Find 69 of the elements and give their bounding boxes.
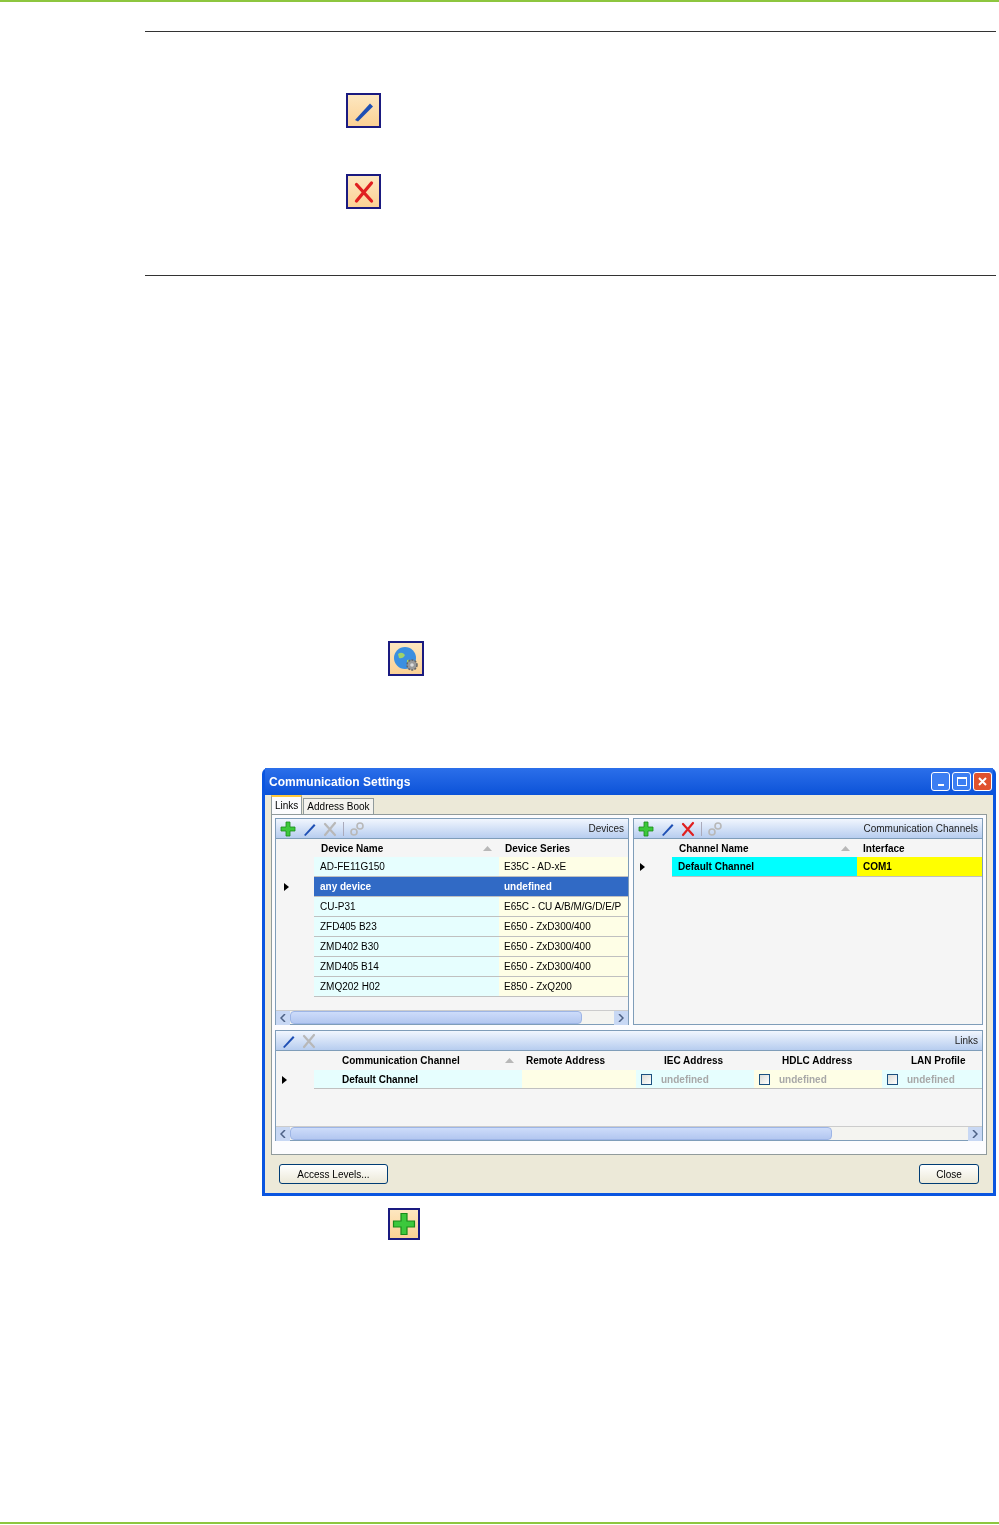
close-icon [978,777,987,786]
column-header[interactable]: LAN Profile [882,1053,982,1068]
plus-icon[interactable] [280,820,296,837]
table-row[interactable]: AD-FE11G150 E35C - AD-xE [276,857,628,877]
table-cell: ZMD402 B30 [314,937,499,957]
checkbox[interactable] [641,1073,652,1085]
row-pointer-icon [282,1075,287,1084]
table-cell: ZMQ202 H02 [314,977,499,997]
sort-arrow-icon [841,845,850,851]
table-cell-text: undefined [661,1072,709,1087]
table-row[interactable]: ZMQ202 H02 E850 - ZxQ200 [276,977,628,997]
table-cell: COM1 [857,857,982,877]
table-cell: Default Channel [672,857,857,877]
table-cell-text: undefined [907,1072,955,1087]
access-levels-button[interactable]: Access Levels... [279,1164,388,1184]
panel-title: Links [954,1034,978,1048]
column-header[interactable]: Device Series [499,840,628,856]
cross-icon [346,174,381,209]
cross-icon[interactable] [680,820,696,837]
maximize-button[interactable] [952,772,971,791]
table-cell: E650 - ZxD300/400 [499,957,628,977]
table-row[interactable]: ZFD405 B23 E650 - ZxD300/400 [276,917,628,937]
plus-icon[interactable] [638,820,654,837]
table-row[interactable]: ZMD405 B14 E650 - ZxD300/400 [276,957,628,977]
sort-arrow-icon [483,845,492,851]
checkbox[interactable] [887,1073,898,1085]
horizontal-scrollbar[interactable] [276,1126,982,1140]
checkbox[interactable] [759,1073,770,1085]
table-cell: ZFD405 B23 [314,917,499,937]
table-row[interactable]: CU-P31 E65C - CU A/B/M/G/D/E/P [276,897,628,917]
table-cell: E850 - ZxQ200 [499,977,628,997]
column-header[interactable]: Channel Name [672,840,857,856]
table-row[interactable]: Default Channel COM1 [634,857,982,877]
panel-title: Communication Channels [863,822,978,836]
globe-gear-icon [388,641,424,676]
table-cell: ZMD405 B14 [314,957,499,977]
minimize-button[interactable] [931,772,950,791]
close-dialog-button[interactable]: Close [919,1164,979,1184]
scrollbar-thumb[interactable] [290,1127,833,1140]
table-row[interactable]: any device undefined [276,877,628,897]
table-cell-text: undefined [779,1072,827,1087]
row-pointer-icon [284,883,289,891]
sort-arrow-icon [505,1058,514,1063]
column-header[interactable]: IEC Address [636,1053,754,1068]
table-cell: E650 - ZxD300/400 [499,937,628,957]
column-header[interactable]: HDLC Address [754,1053,882,1068]
tab[interactable]: Address Book [303,798,374,814]
tab[interactable]: Links [271,795,303,814]
table-cell: undefined [499,877,628,897]
table-cell: E35C - AD-xE [499,857,628,877]
column-header[interactable]: Device Name [314,840,499,856]
close-button[interactable] [973,772,992,791]
column-header[interactable]: Remote Address [522,1053,636,1068]
horizontal-scrollbar[interactable] [276,1010,628,1024]
row-pointer-icon [640,863,645,871]
table-cell: any device [314,877,499,897]
column-header[interactable]: Communication Channel [314,1053,522,1068]
table-cell: AD-FE11G150 [314,857,499,877]
scrollbar-thumb[interactable] [290,1011,582,1024]
panel-title: Devices [588,822,624,836]
table-cell: E650 - ZxD300/400 [499,917,628,937]
table-cell: Default Channel [314,1070,522,1089]
plus-icon [388,1208,420,1240]
table-row[interactable]: ZMD402 B30 E650 - ZxD300/400 [276,937,628,957]
column-header[interactable]: Interface [857,840,982,856]
pencil-icon [346,93,381,128]
table-cell: E65C - CU A/B/M/G/D/E/P [499,897,628,917]
window-title: Communication Settings [269,773,411,791]
table-cell: CU-P31 [314,897,499,917]
